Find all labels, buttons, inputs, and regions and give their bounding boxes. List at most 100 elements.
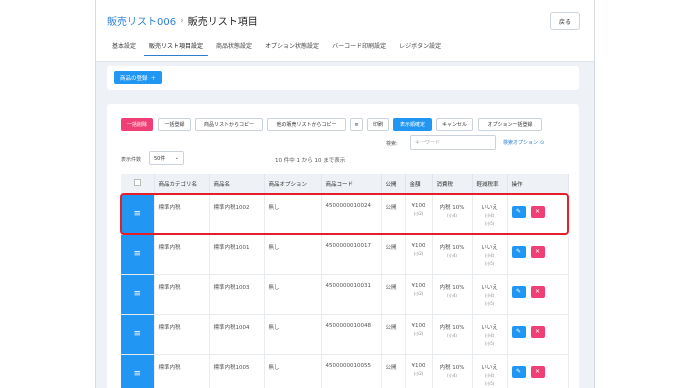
tax-value: 内税 10% — [439, 324, 465, 331]
edit-icon[interactable]: ✎ — [511, 245, 526, 258]
delete-icon[interactable]: ✕ — [530, 285, 545, 298]
tab-product-status[interactable]: 商品状態設定 — [211, 41, 257, 56]
price-sub: (小2) — [413, 370, 424, 376]
cell-public: 公開 — [381, 273, 406, 314]
chevron-down-icon: ⌄ — [174, 155, 179, 161]
cell-name: 標準内税1004 — [209, 313, 265, 354]
delete-icon[interactable]: ✕ — [530, 365, 545, 378]
reduced-sub: (小5) — [484, 260, 495, 266]
tax-sub: (小4) — [447, 212, 457, 218]
tab-barcode[interactable]: バーコード印刷設定 — [327, 41, 391, 56]
chevron-right-icon: › — [180, 15, 184, 26]
edit-icon[interactable]: ✎ — [511, 365, 526, 378]
cell-actions: ✎ ✕ — [507, 193, 569, 234]
cancel-button[interactable]: キャンセル — [436, 118, 473, 131]
column-header: 商品カテゴリ名 — [154, 174, 210, 194]
copy-from-product-list-button[interactable]: 商品リストからコピー — [195, 118, 263, 131]
tab-list-items[interactable]: 販売リスト項目設定 — [144, 41, 209, 56]
drag-handle-icon[interactable]: ≡ — [121, 273, 155, 314]
cell-option: 無し — [264, 193, 322, 234]
plus-icon: ＋ — [150, 75, 157, 82]
cell-actions: ✎ ✕ — [507, 233, 569, 274]
cell-public: 公開 — [381, 233, 406, 274]
column-header: 商品オプション — [264, 174, 322, 194]
delete-icon[interactable]: ✕ — [530, 325, 545, 338]
reduced-value: いいえ — [481, 324, 498, 331]
search-input[interactable]: キーワード — [410, 135, 496, 150]
print-button[interactable]: 印刷 — [367, 118, 389, 131]
price-sub: (小2) — [413, 250, 424, 256]
cell-option: 無し — [264, 353, 322, 388]
breadcrumb: 販売リスト006 › 販売リスト項目 — [107, 13, 258, 29]
reduced-value: いいえ — [481, 284, 498, 291]
reduced-sub: (小5) — [484, 340, 495, 346]
cell-category: 標準内税 — [154, 313, 210, 354]
search-options-label: 検索オプション — [503, 140, 539, 146]
column-header: 消費税 — [432, 174, 473, 194]
reduced-sub: (小5) — [484, 380, 495, 386]
cell-price: ¥100 (小2) — [405, 273, 433, 314]
cell-public: 公開 — [381, 193, 406, 234]
reduced-sub: (小4) — [484, 292, 495, 298]
cell-code: 4500000010031 — [321, 273, 382, 314]
page-count-select[interactable]: 50件 ⌄ — [149, 151, 184, 165]
confirm-order-button[interactable]: 表示順確定 — [393, 118, 432, 131]
edit-icon[interactable]: ✎ — [511, 285, 526, 298]
cell-category: 標準内税 — [154, 193, 210, 234]
copy-from-other-list-button[interactable]: 他の販売リストからコピー — [267, 118, 346, 131]
search-options-link[interactable]: 検索オプション ⊙ — [503, 139, 544, 147]
product-table: 商品カテゴリ名 商品名 商品オプション 商品コード 公開 金額 消費税 軽減税率… — [121, 174, 569, 388]
bulk-register-button[interactable]: 一括登録 — [158, 118, 191, 131]
cell-category: 標準内税 — [154, 353, 210, 388]
cell-option: 無し — [264, 313, 322, 354]
price-value: ¥100 — [411, 202, 426, 209]
breadcrumb-parent-link[interactable]: 販売リスト006 — [107, 13, 176, 28]
delete-icon[interactable]: ✕ — [530, 205, 545, 218]
delete-icon[interactable]: ✕ — [530, 245, 545, 258]
search-label: 検索: — [386, 141, 398, 147]
edit-icon[interactable]: ✎ — [511, 205, 526, 218]
option-bulk-register-button[interactable]: オプション一括登録 — [478, 118, 542, 131]
back-button[interactable]: 戻る — [550, 12, 580, 30]
cell-reduced: いいえ (小4) (小5) — [472, 193, 508, 234]
cell-category: 標準内税 — [154, 273, 210, 314]
tax-value: 内税 10% — [439, 364, 465, 371]
tab-option-status[interactable]: オプション状態設定 — [260, 41, 324, 56]
column-header: 金額 — [405, 174, 433, 194]
cell-reduced: いいえ (小4) (小5) — [472, 233, 508, 274]
cell-reduced: いいえ (小4) (小5) — [472, 273, 508, 314]
drag-handle-icon[interactable]: ≡ — [121, 313, 155, 354]
cell-tax: 内税 10% (小4) — [432, 273, 473, 314]
table-header-row: 商品カテゴリ名 商品名 商品オプション 商品コード 公開 金額 消費税 軽減税率… — [121, 174, 569, 194]
edit-icon[interactable]: ✎ — [511, 325, 526, 338]
add-product-button[interactable]: 商品の登録 ＋ — [114, 71, 163, 84]
table-row: ≡ 標準内税 標準内税1004 無し 4500000010048 公開 ¥100… — [121, 313, 569, 354]
cell-tax: 内税 10% (小4) — [432, 233, 473, 274]
drag-handle-icon[interactable]: ≡ — [121, 233, 155, 274]
page-title: 販売リスト項目 — [187, 17, 258, 28]
drag-handle-icon[interactable]: ≡ — [121, 193, 155, 234]
tax-sub: (小4) — [447, 332, 457, 338]
cell-reduced: いいえ (小4) (小5) — [472, 313, 508, 354]
cell-public: 公開 — [381, 353, 406, 388]
bulk-delete-button[interactable]: 一括削除 — [121, 118, 153, 131]
cell-price: ¥100 (小2) — [405, 313, 433, 354]
tax-sub: (小4) — [447, 252, 457, 258]
cell-code: 4500000010024 — [321, 193, 382, 234]
reduced-sub: (小4) — [484, 372, 495, 378]
cell-reduced: いいえ (小4) (小5) — [472, 353, 508, 388]
add-product-label: 商品の登録 — [120, 75, 148, 82]
cell-option: 無し — [264, 233, 322, 274]
tab-register-buttons[interactable]: レジボタン設定 — [394, 41, 446, 56]
price-value: ¥100 — [411, 362, 426, 369]
tax-sub: (小4) — [447, 292, 457, 298]
settings-tabs: 基本設定 販売リスト項目設定 商品状態設定 オプション状態設定 バーコード印刷設… — [107, 41, 449, 56]
select-all-checkbox[interactable] — [133, 179, 141, 187]
list-icon[interactable]: ≡ — [350, 118, 363, 131]
price-sub: (小2) — [413, 290, 424, 296]
tax-value: 内税 10% — [439, 244, 465, 251]
reduced-value: いいえ — [481, 244, 498, 251]
drag-handle-icon[interactable]: ≡ — [121, 353, 155, 388]
tab-basic[interactable]: 基本設定 — [107, 41, 141, 56]
cell-tax: 内税 10% (小4) — [432, 193, 473, 234]
